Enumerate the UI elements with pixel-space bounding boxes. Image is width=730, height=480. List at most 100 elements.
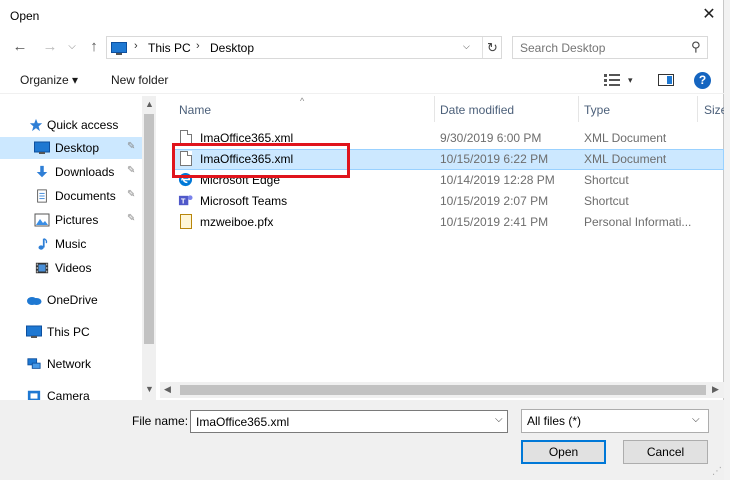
refresh-icon[interactable]: ↻	[482, 37, 502, 58]
file-name-dropdown-icon[interactable]: ⌵	[495, 414, 503, 425]
pin-icon[interactable]: ✎	[127, 165, 135, 176]
chevron-down-icon[interactable]: ⌵	[692, 414, 700, 425]
scroll-up-icon[interactable]: ▲	[145, 99, 154, 109]
help-icon[interactable]: ?	[694, 72, 711, 89]
video-icon	[35, 262, 49, 274]
pin-icon[interactable]: ✎	[127, 189, 135, 200]
command-bar: Organize ▾ New folder ▾ ?	[0, 66, 724, 94]
certificate-icon	[180, 214, 192, 229]
xml-file-icon	[180, 151, 192, 166]
file-row[interactable]: Microsoft Edge 10/14/2019 12:28 PM Short…	[172, 170, 724, 191]
column-header-name[interactable]: Name	[179, 103, 211, 117]
navigation-bar: ← → ⌵ ↑ › This PC › Desktop ⌵ ↻ ⚲	[0, 32, 724, 62]
scroll-down-icon[interactable]: ▼	[145, 384, 154, 394]
file-date: 10/14/2019 12:28 PM	[440, 173, 555, 187]
sidebar-item-this-pc[interactable]: This PC	[0, 321, 142, 343]
sidebar-item-network[interactable]: Network	[0, 353, 142, 375]
scroll-right-icon[interactable]: ▶	[712, 384, 719, 395]
file-name: Microsoft Teams	[200, 194, 288, 208]
file-name: Microsoft Edge	[200, 173, 281, 187]
teams-icon: T	[178, 195, 193, 205]
sidebar-item-documents[interactable]: Documents ✎	[0, 185, 142, 207]
sidebar-item-label: This PC	[47, 325, 90, 339]
scroll-left-icon[interactable]: ◀	[164, 384, 171, 395]
file-type-value: All files (*)	[527, 414, 582, 428]
file-list-horizontal-scrollbar[interactable]: ◀ ▶	[160, 382, 724, 398]
open-button[interactable]: Open	[521, 440, 606, 464]
sidebar-item-downloads[interactable]: Downloads ✎	[0, 161, 142, 183]
file-row[interactable]: T Microsoft Teams 10/15/2019 2:07 PM Sho…	[172, 191, 724, 212]
sidebar-item-videos[interactable]: Videos	[0, 257, 142, 279]
file-name-input[interactable]	[196, 414, 486, 430]
scrollbar-thumb[interactable]	[180, 385, 706, 395]
file-name: mzweiboe.pfx	[200, 215, 274, 229]
breadcrumb-this-pc[interactable]: This PC	[148, 41, 191, 55]
search-box[interactable]: ⚲	[512, 36, 708, 59]
preview-pane-icon[interactable]	[658, 74, 674, 86]
sidebar-item-quick-access[interactable]: Quick access	[0, 114, 142, 136]
recent-locations-dropdown[interactable]: ⌵	[62, 37, 82, 57]
column-headers: ^ Name Date modified Type Size	[160, 96, 724, 122]
file-type: Shortcut	[584, 173, 629, 187]
file-type: XML Document	[584, 131, 667, 145]
download-icon	[36, 165, 48, 178]
address-bar[interactable]: › This PC › Desktop ⌵ ↻	[106, 36, 502, 59]
file-type: Personal Informati...	[584, 215, 692, 229]
column-header-date-modified[interactable]: Date modified	[440, 103, 514, 117]
file-name-field[interactable]: ⌵	[190, 410, 508, 433]
edge-icon	[178, 172, 193, 187]
document-icon	[37, 189, 47, 203]
forward-button[interactable]: →	[40, 37, 60, 57]
column-divider	[578, 96, 579, 122]
network-icon	[27, 358, 41, 369]
navigation-pane: Quick access Desktop ✎ Downloads ✎ Docum…	[0, 96, 156, 400]
organize-button[interactable]: Organize ▾	[20, 73, 78, 87]
column-header-size[interactable]: Size	[704, 103, 724, 117]
xml-file-icon	[180, 130, 192, 145]
music-icon	[38, 238, 48, 250]
view-options-dropdown[interactable]: ▾	[628, 75, 633, 86]
cancel-button[interactable]: Cancel	[623, 440, 708, 464]
window-title: Open	[10, 9, 40, 23]
search-input[interactable]	[520, 40, 680, 55]
sidebar-item-camera[interactable]: Camera	[0, 385, 142, 400]
file-row[interactable]: mzweiboe.pfx 10/15/2019 2:41 PM Personal…	[172, 212, 724, 233]
breadcrumb-desktop[interactable]: Desktop	[210, 41, 254, 55]
search-icon[interactable]: ⚲	[691, 39, 701, 55]
new-folder-button[interactable]: New folder	[111, 73, 168, 87]
file-name: ImaOffice365.xml	[200, 152, 294, 166]
sidebar-item-label: OneDrive	[47, 293, 98, 307]
file-type-select[interactable]: All files (*) ⌵	[521, 409, 709, 433]
scrollbar-thumb[interactable]	[144, 114, 154, 344]
star-icon	[29, 118, 43, 132]
sidebar-item-pictures[interactable]: Pictures ✎	[0, 209, 142, 231]
sidebar-item-label: Downloads	[55, 165, 115, 179]
sidebar-item-music[interactable]: Music	[0, 233, 142, 255]
file-row[interactable]: ImaOffice365.xml 9/30/2019 6:00 PM XML D…	[172, 128, 724, 149]
breadcrumb-separator: ›	[196, 40, 200, 52]
desktop-icon	[34, 141, 50, 154]
sidebar-item-desktop[interactable]: Desktop ✎	[0, 137, 142, 159]
pin-icon[interactable]: ✎	[127, 141, 135, 152]
address-dropdown-icon[interactable]: ⌵	[463, 41, 470, 52]
navigation-pane-scrollbar[interactable]: ▲ ▼	[142, 96, 156, 400]
file-date: 10/15/2019 2:41 PM	[440, 215, 549, 229]
computer-icon	[26, 325, 42, 338]
view-options-icon[interactable]	[604, 74, 620, 86]
open-file-dialog: Open ✕ ← → ⌵ ↑ › This PC › Desktop ⌵ ↻ ⚲…	[0, 0, 724, 480]
sidebar-item-label: Pictures	[55, 213, 99, 227]
up-button[interactable]: ↑	[84, 37, 104, 57]
sidebar-item-label: Desktop	[55, 141, 100, 155]
back-button[interactable]: ←	[10, 37, 30, 57]
computer-icon	[111, 42, 127, 55]
column-header-type[interactable]: Type	[584, 103, 610, 117]
sidebar-item-label: Documents	[55, 189, 116, 203]
file-date: 9/30/2019 6:00 PM	[440, 131, 542, 145]
file-name-label: File name:	[132, 414, 189, 428]
sidebar-item-onedrive[interactable]: OneDrive	[0, 289, 142, 311]
pin-icon[interactable]: ✎	[127, 213, 135, 224]
file-row-selected[interactable]: ImaOffice365.xml 10/15/2019 6:22 PM XML …	[172, 149, 724, 170]
close-button[interactable]: ✕	[694, 2, 724, 28]
background-document	[724, 0, 730, 480]
resize-grip-icon[interactable]: ⋰	[712, 466, 722, 477]
